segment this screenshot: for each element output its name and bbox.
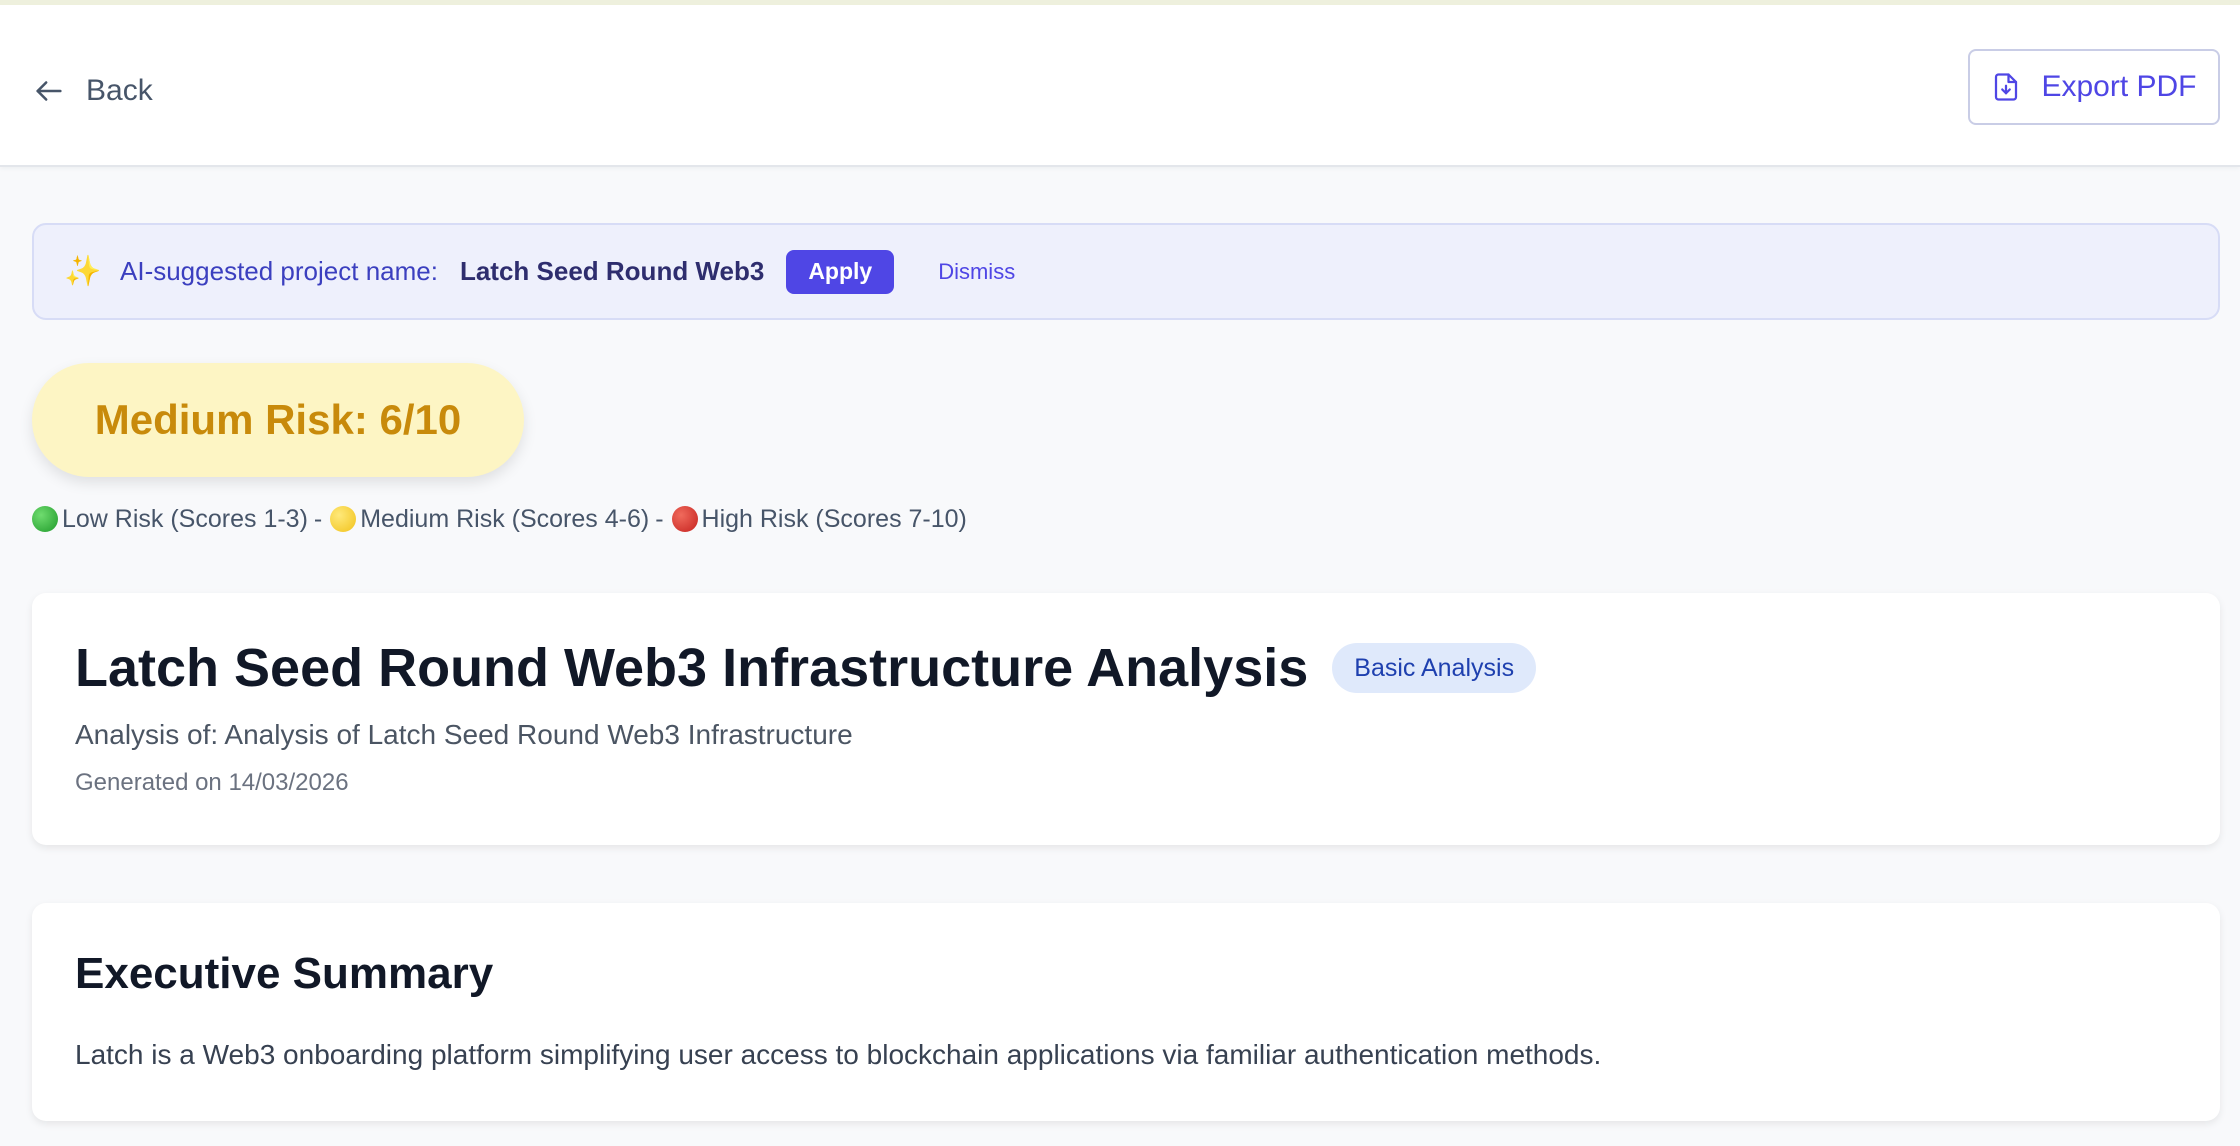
executive-summary-heading: Executive Summary <box>75 949 494 998</box>
executive-summary-card: Executive Summary Latch is a Web3 onboar… <box>32 903 2220 1121</box>
risk-legend: Low Risk (Scores 1-3) - Medium Risk (Sco… <box>30 502 967 536</box>
risk-score-badge: Medium Risk: 6/10 <box>32 363 524 477</box>
legend-low: Low Risk (Scores 1-3) <box>62 504 308 533</box>
arrow-left-icon <box>36 81 62 101</box>
red-circle-icon <box>671 506 698 532</box>
green-circle-icon <box>32 506 58 532</box>
executive-summary-text: Latch is a Web3 onboarding platform simp… <box>75 1039 1602 1070</box>
legend-medium: Medium Risk (Scores 4-6) <box>360 504 650 533</box>
page-header: Back Export PDF <box>0 5 2240 167</box>
report-subtitle: Analysis of: Analysis of Latch Seed Roun… <box>75 719 853 750</box>
suggested-project-name: Latch Seed Round Web3 <box>459 256 765 286</box>
report-title: Latch Seed Round Web3 Infrastructure Ana… <box>75 638 1309 698</box>
back-button[interactable]: Back <box>32 61 153 121</box>
legend-high: High Risk (Scores 7-10) <box>701 504 967 533</box>
legend-separator: - <box>655 504 664 533</box>
back-label: Back <box>86 74 153 107</box>
suggestion-label: AI-suggested project name: <box>120 256 438 286</box>
ai-suggestion-bar: ✨ AI-suggested project name: Latch Seed … <box>32 223 2220 320</box>
apply-button[interactable]: Apply <box>786 249 895 294</box>
yellow-circle-icon <box>330 506 357 532</box>
generated-date: Generated on 14/03/2026 <box>75 769 349 796</box>
export-pdf-button[interactable]: Export PDF <box>1968 49 2220 125</box>
sparkles-icon: ✨ <box>64 255 102 288</box>
export-pdf-label: Export PDF <box>2041 70 2197 103</box>
file-download-icon <box>1995 73 2018 101</box>
dismiss-button[interactable]: Dismiss <box>938 259 1015 285</box>
analysis-type-badge: Basic Analysis <box>1332 643 1537 693</box>
report-header-card: Latch Seed Round Web3 Infrastructure Ana… <box>32 593 2220 845</box>
title-row: Latch Seed Round Web3 Infrastructure Ana… <box>75 637 1537 699</box>
legend-separator: - <box>313 504 323 533</box>
